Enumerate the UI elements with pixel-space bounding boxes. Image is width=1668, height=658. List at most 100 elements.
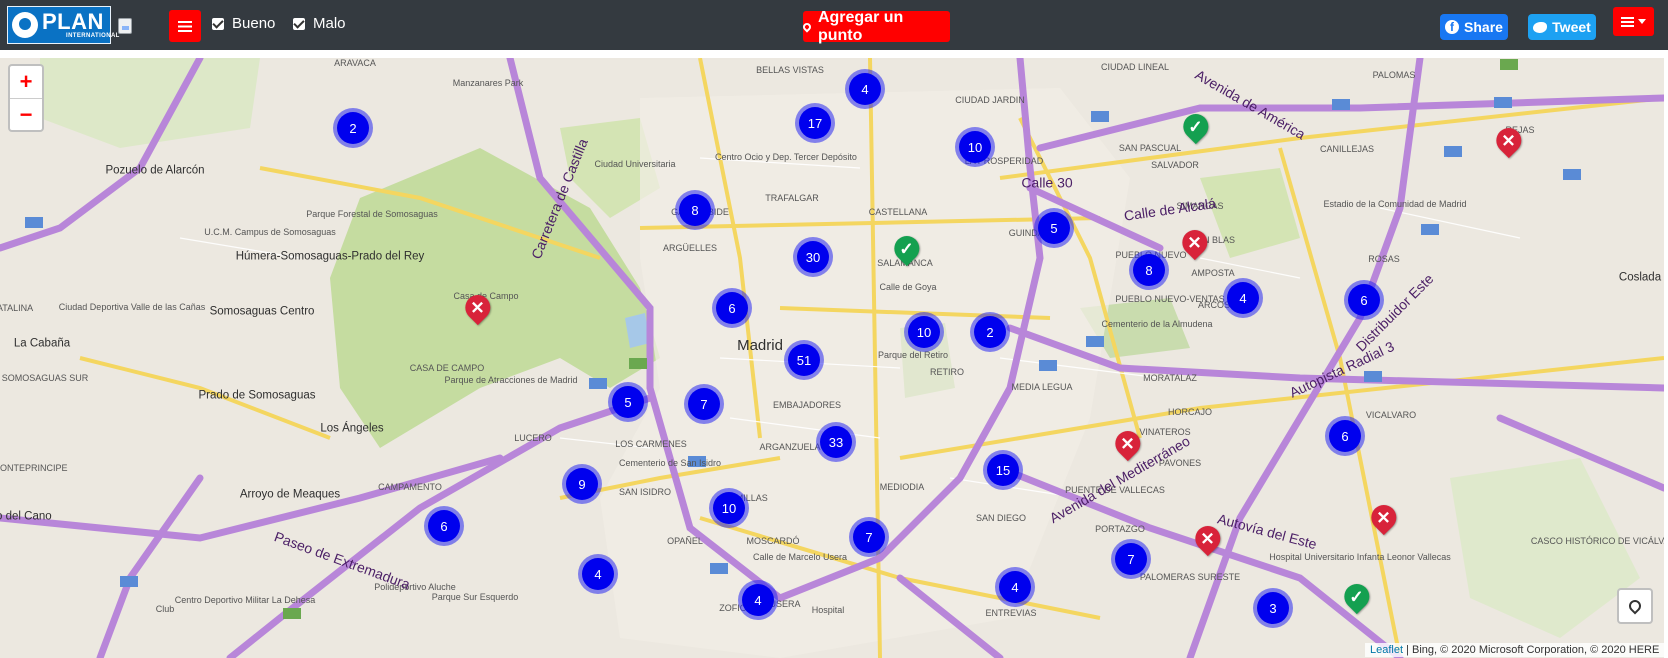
add-point-button[interactable]: Agregar un punto [801, 9, 950, 44]
marker-cluster[interactable]: 30 [793, 237, 833, 277]
map-label: LOS CARMENES [615, 439, 687, 450]
marker-cluster[interactable]: 15 [983, 450, 1023, 490]
map-label: Club [155, 604, 175, 615]
map-label: CANILLEJAS [1319, 144, 1375, 155]
x-icon: ✕ [1187, 233, 1202, 252]
x-icon: ✕ [1120, 434, 1135, 453]
map-label: Cementerio de la Almudena [1101, 319, 1213, 330]
marker-cluster[interactable]: 2 [970, 312, 1010, 352]
plan-logo-emblem-icon [12, 12, 38, 38]
marker-cluster[interactable]: 6 [424, 506, 464, 546]
map-label: ROSAS [1368, 254, 1400, 265]
marker-cluster[interactable]: 10 [904, 312, 944, 352]
filter-bueno[interactable]: Bueno [212, 15, 275, 32]
marker-cluster[interactable]: 3 [1253, 588, 1293, 628]
marker-cluster[interactable]: 7 [849, 517, 889, 557]
cluster-count: 6 [716, 292, 748, 324]
checkmark-icon: ✓ [1349, 587, 1364, 606]
cluster-count: 5 [1038, 212, 1070, 244]
cluster-count: 7 [1115, 543, 1147, 575]
locate-me-button[interactable] [1617, 588, 1653, 624]
marker-cluster[interactable]: 17 [795, 103, 835, 143]
cluster-count: 10 [908, 316, 940, 348]
map-label: EMBAJADORES [772, 400, 842, 411]
leaflet-link[interactable]: Leaflet [1370, 644, 1403, 656]
main-menu-button[interactable] [1613, 7, 1654, 36]
x-icon: ✕ [1501, 131, 1516, 150]
twitter-bird-icon [1533, 21, 1548, 33]
map-attribution: Leaflet | Bing, © 2020 Microsoft Corpora… [1365, 643, 1664, 657]
map-marker-icon [1626, 597, 1644, 615]
cluster-count: 9 [566, 468, 598, 500]
map-label: SOMOSAGUAS SUR [1, 373, 89, 384]
map-label: Calle de Goya [879, 282, 937, 293]
map-label: SAN ISIDRO [618, 487, 672, 498]
filter-malo[interactable]: Malo [293, 15, 346, 32]
marker-cluster[interactable]: 7 [684, 384, 724, 424]
cluster-count: 7 [853, 521, 885, 553]
tweet-button[interactable]: Tweet [1528, 14, 1596, 40]
map-label: PALOMERAS SURESTE [1139, 572, 1241, 583]
map-label: Parque Forestal de Somosaguas [306, 209, 438, 220]
marker-cluster[interactable]: 4 [995, 567, 1035, 607]
marker-cluster[interactable]: 5 [1034, 208, 1074, 248]
green-area-west [40, 58, 260, 148]
map-label: SAN DIEGO [975, 513, 1027, 524]
marker-cluster[interactable]: 51 [784, 340, 824, 380]
cluster-count: 6 [1348, 284, 1380, 316]
map-label: CASCO HISTÓRICO DE VICÁLVARO [1530, 536, 1664, 547]
plan-international-logo[interactable]: PLAN INTERNATIONAL [7, 6, 119, 44]
marker-cluster[interactable]: 10 [709, 488, 749, 528]
cluster-count: 30 [797, 241, 829, 273]
map-label: Somosaguas Centro [209, 305, 315, 318]
map-label: SALVADOR [1151, 160, 1199, 171]
malo-checkbox[interactable] [293, 17, 305, 30]
marker-cluster[interactable]: 10 [955, 127, 995, 167]
zoom-in-button[interactable]: + [10, 66, 42, 99]
attribution-text: | Bing, © 2020 Microsoft Corporation, © … [1403, 644, 1660, 656]
zoom-control: + − [8, 64, 44, 132]
zoom-out-button[interactable]: − [10, 99, 42, 131]
marker-cluster[interactable]: 6 [712, 288, 752, 328]
green-area-southeast [1450, 458, 1640, 638]
map-canvas[interactable]: + − Leaflet | Bing, © 2020 Microsoft Cor… [0, 58, 1664, 658]
marker-cluster[interactable]: 4 [578, 554, 618, 594]
marker-cluster[interactable]: 4 [1223, 278, 1263, 318]
map-label: MONTEPRINCIPE [0, 463, 68, 474]
map-label: Parque del Retiro [877, 350, 949, 361]
marker-cluster[interactable]: 4 [738, 580, 778, 620]
cluster-count: 2 [974, 316, 1006, 348]
malo-label: Malo [313, 15, 346, 32]
bueno-checkbox[interactable] [212, 17, 224, 30]
marker-cluster[interactable]: 2 [333, 108, 373, 148]
cluster-count: 4 [849, 73, 881, 105]
map-label: ATALINA [0, 303, 34, 314]
marker-cluster[interactable]: 4 [845, 69, 885, 109]
cluster-count: 6 [1329, 420, 1361, 452]
map-label: Parque de Atracciones de Madrid [444, 375, 578, 386]
map-label: LUCERO [514, 433, 552, 444]
cluster-count: 15 [987, 454, 1019, 486]
marker-cluster[interactable]: 5 [608, 382, 648, 422]
marker-cluster[interactable]: 8 [675, 190, 715, 230]
marker-cluster[interactable]: 6 [1325, 416, 1365, 456]
marker-cluster[interactable]: 33 [816, 422, 856, 462]
logo-word: PLAN [42, 9, 104, 34]
checkmark-icon: ✓ [1188, 117, 1203, 136]
list-view-button[interactable] [169, 10, 201, 42]
map-label: Arroyo de Meaques [239, 488, 341, 501]
map-label: TRAFALGAR [765, 193, 819, 204]
cluster-count: 7 [688, 388, 720, 420]
cluster-count: 4 [742, 584, 774, 616]
map-label: La Cabaña [13, 337, 71, 350]
facebook-share-button[interactable]: f Share [1440, 14, 1508, 40]
marker-cluster[interactable]: 7 [1111, 539, 1151, 579]
map-label: OPAÑEL [667, 536, 703, 547]
marker-cluster[interactable]: 8 [1129, 250, 1169, 290]
map-label: Prado de Somosaguas [198, 389, 316, 402]
map-label: CASTELLANA [868, 207, 928, 218]
marker-cluster[interactable]: 6 [1344, 280, 1384, 320]
cluster-count: 6 [428, 510, 460, 542]
marker-cluster[interactable]: 9 [562, 464, 602, 504]
logo-subtitle: INTERNATIONAL [66, 33, 120, 39]
